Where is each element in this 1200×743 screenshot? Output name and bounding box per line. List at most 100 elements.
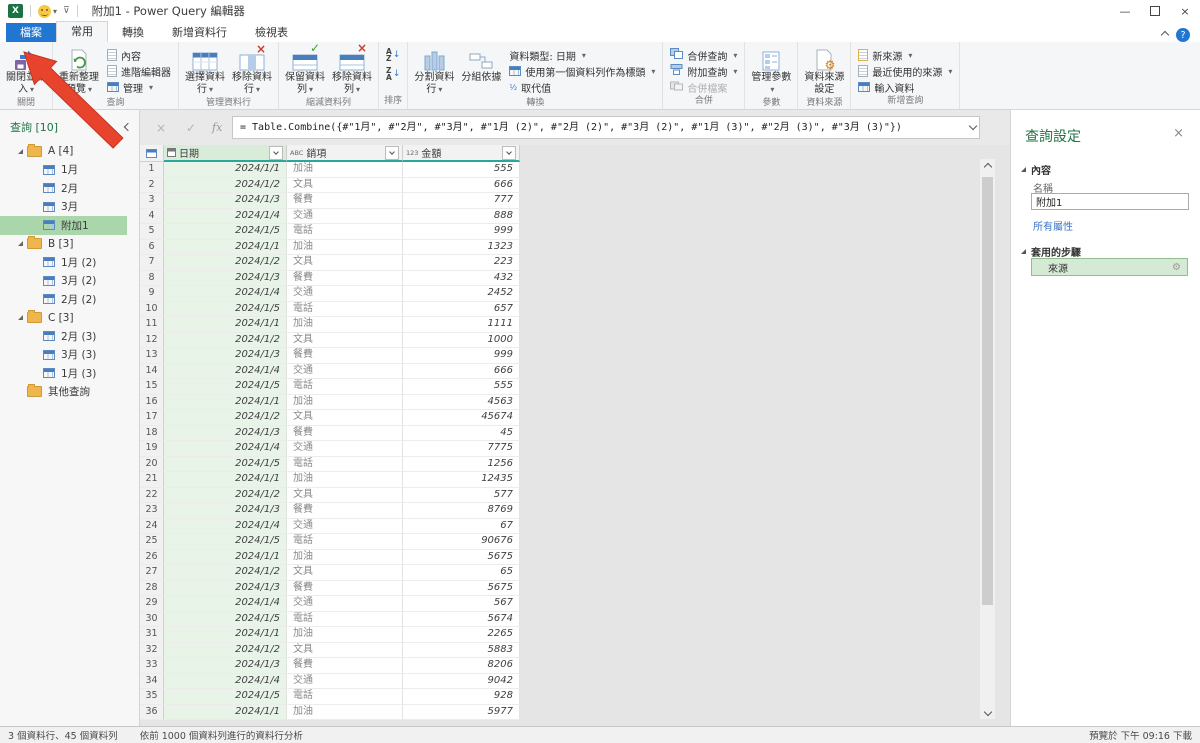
query-tree-item[interactable]: A [4] — [0, 142, 127, 161]
remove-rows-button[interactable]: × 移除資料列▾ — [330, 45, 374, 97]
ribbon-tab[interactable]: 常用 — [56, 21, 108, 43]
table-row[interactable]: 27 2024/1/2 文具 65 — [140, 565, 520, 581]
date-cell[interactable]: 2024/1/1 — [164, 550, 287, 566]
table-row[interactable]: 7 2024/1/2 文具 223 — [140, 255, 520, 271]
table-row[interactable]: 14 2024/1/4 交通 666 — [140, 364, 520, 380]
item-cell[interactable]: 電話 — [287, 224, 403, 240]
item-cell[interactable]: 文具 — [287, 333, 403, 349]
filter-button[interactable] — [385, 146, 399, 160]
date-cell[interactable]: 2024/1/3 — [164, 503, 287, 519]
amount-cell[interactable]: 45 — [403, 426, 520, 442]
item-cell[interactable]: 交通 — [287, 441, 403, 457]
table-row[interactable]: 19 2024/1/4 交通 7775 — [140, 441, 520, 457]
amount-cell[interactable]: 567 — [403, 596, 520, 612]
table-row[interactable]: 23 2024/1/3 餐費 8769 — [140, 503, 520, 519]
column-header-item[interactable]: ABC 銷項 — [287, 145, 403, 162]
table-row[interactable]: 36 2024/1/1 加油 5977 — [140, 705, 520, 721]
date-cell[interactable]: 2024/1/5 — [164, 302, 287, 318]
scroll-up-icon[interactable] — [980, 159, 995, 174]
table-row[interactable]: 28 2024/1/3 餐費 5675 — [140, 581, 520, 597]
feedback-smiley-icon[interactable] — [38, 5, 51, 18]
applied-step[interactable]: 來源 ⚙ — [1031, 258, 1188, 276]
refresh-preview-button[interactable]: 重新整理預覽▾ — [57, 45, 101, 97]
item-cell[interactable]: 文具 — [287, 565, 403, 581]
date-cell[interactable]: 2024/1/3 — [164, 348, 287, 364]
amount-cell[interactable]: 1111 — [403, 317, 520, 333]
table-row[interactable]: 20 2024/1/5 電話 1256 — [140, 457, 520, 473]
amount-cell[interactable]: 1256 — [403, 457, 520, 473]
column-header-amount[interactable]: 123 金額 — [403, 145, 520, 162]
column-header-date[interactable]: 日期 — [164, 145, 287, 162]
table-row[interactable]: 11 2024/1/1 加油 1111 — [140, 317, 520, 333]
table-row[interactable]: 31 2024/1/1 加油 2265 — [140, 627, 520, 643]
item-cell[interactable]: 電話 — [287, 379, 403, 395]
item-cell[interactable]: 電話 — [287, 612, 403, 628]
number-type-icon[interactable]: 123 — [406, 149, 418, 157]
close-and-load-button[interactable]: 關閉並載入▾ — [4, 45, 48, 97]
date-cell[interactable]: 2024/1/2 — [164, 488, 287, 504]
expander-icon[interactable] — [18, 241, 23, 246]
item-cell[interactable]: 交通 — [287, 596, 403, 612]
item-cell[interactable]: 加油 — [287, 240, 403, 256]
table-row[interactable]: 16 2024/1/1 加油 4563 — [140, 395, 520, 411]
amount-cell[interactable]: 5977 — [403, 705, 520, 721]
table-row[interactable]: 1 2024/1/1 加油 555 — [140, 162, 520, 178]
text-type-icon[interactable]: ABC — [290, 149, 303, 157]
data-type-button[interactable]: 資料類型: 日期▾ — [506, 47, 658, 63]
amount-cell[interactable]: 432 — [403, 271, 520, 287]
table-row[interactable]: 34 2024/1/4 交通 9042 — [140, 674, 520, 690]
table-row[interactable]: 9 2024/1/4 交通 2452 — [140, 286, 520, 302]
expander-icon[interactable] — [18, 315, 23, 320]
item-cell[interactable]: 餐費 — [287, 426, 403, 442]
item-cell[interactable]: 加油 — [287, 472, 403, 488]
recent-sources-button[interactable]: 最近使用的來源▾ — [855, 63, 955, 79]
append-queries-button[interactable]: 附加查詢▾ — [667, 63, 740, 79]
item-cell[interactable]: 餐費 — [287, 271, 403, 287]
date-cell[interactable]: 2024/1/2 — [164, 565, 287, 581]
table-row[interactable]: 13 2024/1/3 餐費 999 — [140, 348, 520, 364]
item-cell[interactable]: 電話 — [287, 689, 403, 705]
customize-quick-access-icon[interactable]: ⊽ — [63, 6, 70, 16]
amount-cell[interactable]: 90676 — [403, 534, 520, 550]
date-cell[interactable]: 2024/1/1 — [164, 240, 287, 256]
data-source-settings-button[interactable]: ⚙ 資料來源設定 — [802, 45, 846, 97]
amount-cell[interactable]: 2452 — [403, 286, 520, 302]
table-row[interactable]: 22 2024/1/2 文具 577 — [140, 488, 520, 504]
amount-cell[interactable]: 555 — [403, 162, 520, 178]
item-cell[interactable]: 交通 — [287, 209, 403, 225]
amount-cell[interactable]: 223 — [403, 255, 520, 271]
item-cell[interactable]: 文具 — [287, 255, 403, 271]
close-pane-icon[interactable]: × — [1173, 126, 1184, 141]
manage-parameters-button[interactable]: 管理參數▾ — [749, 45, 793, 97]
applied-steps-section-header[interactable]: 套用的步驟 — [1021, 244, 1081, 259]
expander-icon[interactable] — [18, 149, 23, 154]
advanced-editor-button[interactable]: 進階編輯器 — [104, 63, 174, 79]
step-settings-gear-icon[interactable]: ⚙ — [1172, 262, 1181, 273]
date-cell[interactable]: 2024/1/2 — [164, 410, 287, 426]
table-row[interactable]: 33 2024/1/3 餐費 8206 — [140, 658, 520, 674]
item-cell[interactable]: 加油 — [287, 705, 403, 721]
query-tree-item[interactable]: 其他查詢 — [0, 383, 127, 402]
amount-cell[interactable]: 8769 — [403, 503, 520, 519]
ribbon-tab[interactable]: 轉換 — [108, 23, 158, 42]
date-cell[interactable]: 2024/1/4 — [164, 674, 287, 690]
amount-cell[interactable]: 555 — [403, 379, 520, 395]
date-cell[interactable]: 2024/1/1 — [164, 627, 287, 643]
filter-button[interactable] — [269, 146, 283, 160]
date-cell[interactable]: 2024/1/5 — [164, 457, 287, 473]
item-cell[interactable]: 文具 — [287, 488, 403, 504]
split-column-button[interactable]: 分割資料行▾ — [412, 45, 456, 97]
query-tree-item[interactable]: 1月 (2) — [0, 253, 127, 272]
amount-cell[interactable]: 999 — [403, 224, 520, 240]
amount-cell[interactable]: 666 — [403, 364, 520, 380]
remove-columns-button[interactable]: × 移除資料行▾ — [230, 45, 274, 97]
table-row[interactable]: 12 2024/1/2 文具 1000 — [140, 333, 520, 349]
table-row[interactable]: 3 2024/1/3 餐費 777 — [140, 193, 520, 209]
query-tree-item[interactable]: 3月 (3) — [0, 346, 127, 365]
date-cell[interactable]: 2024/1/2 — [164, 333, 287, 349]
item-cell[interactable]: 加油 — [287, 395, 403, 411]
amount-cell[interactable]: 2265 — [403, 627, 520, 643]
table-row[interactable]: 15 2024/1/5 電話 555 — [140, 379, 520, 395]
date-cell[interactable]: 2024/1/1 — [164, 705, 287, 721]
group-by-button[interactable]: 分組依據 — [459, 45, 503, 85]
